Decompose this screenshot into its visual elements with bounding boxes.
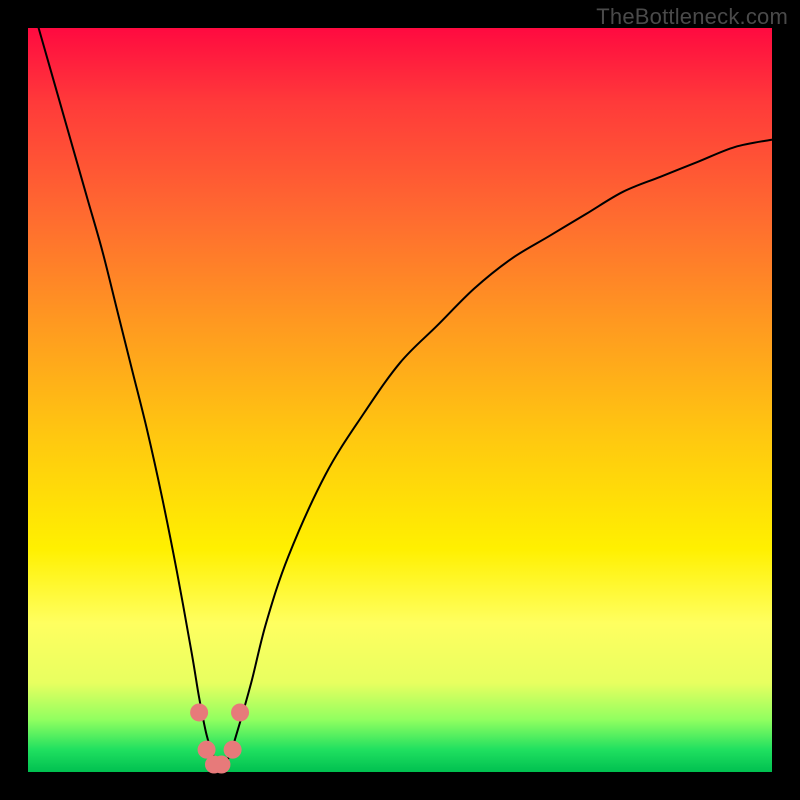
bottleneck-curve — [28, 0, 772, 765]
curve-marker — [212, 756, 230, 774]
curve-markers — [190, 703, 249, 773]
curve-marker — [190, 703, 208, 721]
curve-layer — [28, 28, 772, 772]
curve-marker — [231, 703, 249, 721]
curve-marker — [224, 741, 242, 759]
plot-area — [28, 28, 772, 772]
watermark-text: TheBottleneck.com — [596, 4, 788, 30]
